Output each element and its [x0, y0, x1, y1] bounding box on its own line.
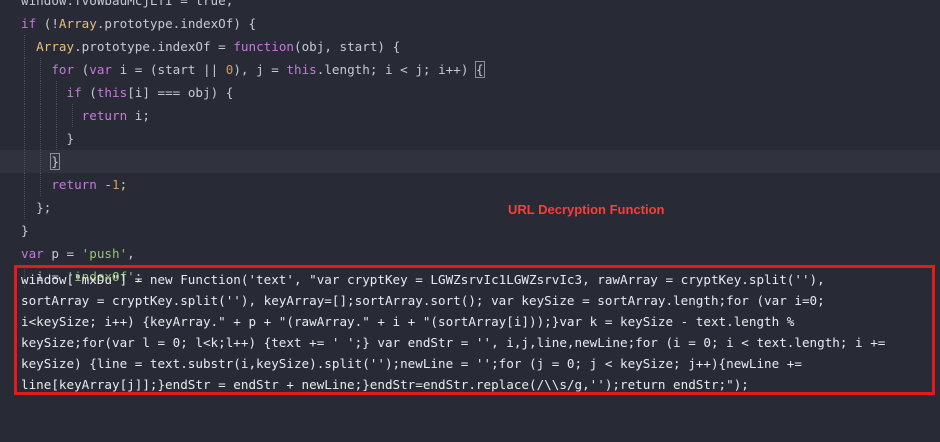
code-editor[interactable]: window.fvUWbauMcjLfI = true; if (!Array.…	[0, 0, 940, 400]
code-line: window.fvUWbauMcjLfI = true;	[0, 0, 940, 12]
code-text: if (!Array.prototype.indexOf) {	[21, 16, 257, 31]
code-line: for (var i = (start || 0), j = this.leng…	[0, 58, 940, 81]
code-text: }	[50, 153, 60, 170]
code-text: if (this[i] === obj) {	[66, 85, 234, 100]
code-line: }	[0, 127, 940, 150]
code-line: return -1;	[0, 173, 940, 196]
code-line: }	[0, 219, 940, 242]
code-line: return i;	[0, 104, 940, 127]
code-line: };	[0, 196, 940, 219]
code-line: Array.prototype.indexOf = function(obj, …	[0, 35, 940, 58]
code-text: for (var i = (start || 0), j = this.leng…	[51, 61, 485, 78]
red-highlight-box	[14, 265, 935, 395]
code-text: window.fvUWbauMcjLfI = true;	[21, 0, 234, 8]
code-text: Array.prototype.indexOf = function(obj, …	[36, 39, 401, 54]
annotation-label: URL Decryption Function	[508, 202, 665, 217]
code-text: return i;	[81, 108, 150, 123]
code-text: };	[21, 200, 52, 215]
code-line: if (!Array.prototype.indexOf) {	[0, 12, 940, 35]
code-line: if (this[i] === obj) {	[0, 81, 940, 104]
code-line-current: }	[0, 150, 940, 173]
code-text: }	[21, 131, 75, 146]
code-text: return -1;	[51, 177, 128, 192]
code-text: var p = 'push',	[21, 246, 135, 261]
code-line: var p = 'push',	[0, 242, 940, 265]
code-text: }	[21, 223, 29, 238]
